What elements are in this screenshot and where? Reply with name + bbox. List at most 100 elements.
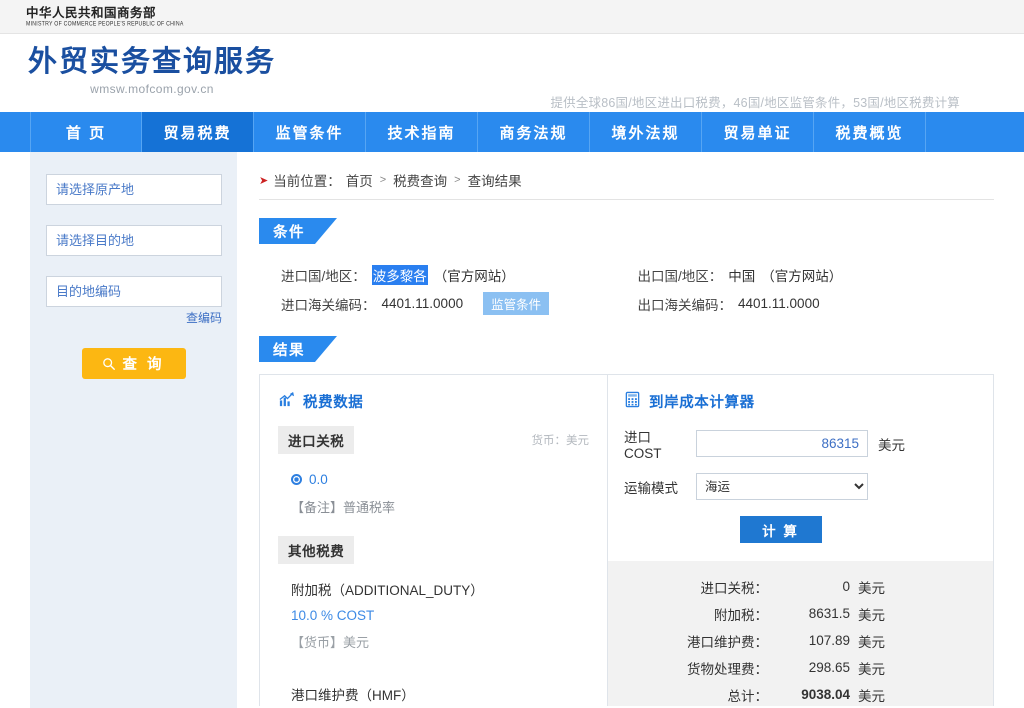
search-button-label: 查 询: [122, 357, 165, 373]
calculator-icon: [624, 391, 641, 412]
import-country-label: 进口国/地区：: [281, 268, 366, 284]
import-country-value: 波多黎各: [371, 264, 428, 285]
query-sidebar: 查编码 查 询: [30, 152, 237, 708]
destination-code-input[interactable]: [46, 276, 222, 307]
nav-item-trade-docs[interactable]: 贸易单证: [702, 112, 814, 152]
import-hs-code-label: 进口海关编码：: [281, 297, 376, 313]
import-cost-label: 进口COST: [624, 430, 662, 461]
results-section-tab: 结果: [259, 336, 337, 362]
import-duty-rate-row[interactable]: 0.0: [291, 472, 589, 487]
nav-item-home[interactable]: 首 页: [30, 112, 142, 152]
ministry-logo: 中华人民共和国商务部 MINISTRY OF COMMERCE PEOPLE'S…: [26, 6, 184, 27]
result-value-additional-duty: 8631.5: [808, 606, 850, 621]
site-url: wmsw.mofcom.gov.cn: [90, 82, 214, 97]
breadcrumb-prefix: 当前位置：: [273, 174, 341, 189]
origin-country-input[interactable]: [46, 174, 222, 205]
nav-item-tax-overview[interactable]: 税费概览: [814, 112, 926, 152]
result-row-import-duty: 进口关税： 0 美元: [608, 573, 967, 600]
result-label-import-duty: 进口关税：: [700, 580, 769, 596]
result-unit-hmf: 美元: [858, 634, 885, 650]
breadcrumb-separator-2: >: [454, 174, 461, 186]
export-country-label: 出口国/地区：: [637, 268, 723, 284]
tax-data-header: 税费数据: [278, 391, 589, 412]
breadcrumb-separator-1: >: [379, 174, 387, 186]
conditions-import-column: 进口国/地区： 波多黎各 （官方网站） 进口海关编码： 4401.11.0000…: [281, 260, 638, 318]
nav-item-overseas-law[interactable]: 境外法规: [590, 112, 702, 152]
result-value-import-duty: 0: [842, 579, 850, 594]
header-tagline: 提供全球86国/地区进出口税费，46国/地区监管条件，53国/地区税费计算: [550, 96, 960, 110]
destination-country-input[interactable]: [46, 225, 222, 256]
main-navigation: 首 页 贸易税费 监管条件 技术指南 商务法规 境外法规 贸易单证 税费概览: [0, 112, 1024, 152]
conditions-tab-tail: [315, 218, 337, 244]
calculator-header: 到岸成本计算器: [624, 391, 977, 412]
calculate-button-wrap: 计 算: [624, 516, 977, 543]
breadcrumb: ➤ 当前位置： 首页 > 税费查询 > 查询结果: [259, 166, 994, 200]
nav-item-trade-tax[interactable]: 贸易税费: [142, 112, 254, 152]
export-official-site-link[interactable]: （官方网站）: [761, 265, 842, 285]
other-fees-chip-row: 其他税费: [278, 536, 589, 564]
result-value-hmf: 107.89: [808, 633, 850, 648]
radio-selected-icon[interactable]: [291, 474, 302, 485]
result-value-total: 9038.04: [801, 687, 850, 702]
import-duty-note: 【备注】普通税率: [291, 500, 396, 515]
conditions-block: 进口国/地区： 波多黎各 （官方网站） 进口海关编码： 4401.11.0000…: [259, 256, 994, 318]
import-duty-chip: 进口关税: [278, 426, 355, 454]
transport-mode-select[interactable]: 海运空运陆运: [696, 473, 868, 500]
nav-item-regulatory[interactable]: 监管条件: [254, 112, 366, 152]
transport-mode-row: 运输模式 海运空运陆运: [624, 473, 977, 500]
nav-item-business-law[interactable]: 商务法规: [478, 112, 590, 152]
brand-block[interactable]: 外贸实务查询服务 wmsw.mofcom.gov.cn: [0, 44, 276, 96]
fee-name-hmf: 港口维护费（HMF）: [291, 688, 415, 703]
result-row-mpf: 货物处理费： 298.65 美元: [608, 654, 967, 681]
currency-note: 货币：美元: [531, 435, 590, 447]
result-label-total: 总计：: [727, 688, 769, 704]
tax-data-title: 税费数据: [303, 395, 364, 411]
conditions-section-label: 条件: [259, 218, 315, 244]
ministry-name-en: MINISTRY OF COMMERCE PEOPLE'S REPUBLIC O…: [26, 20, 184, 28]
import-hs-code-row: 进口海关编码： 4401.11.0000 监管条件: [281, 289, 638, 318]
fee-name-additional-duty: 附加税（ADDITIONAL_DUTY）: [291, 583, 484, 598]
import-official-site-link[interactable]: （官方网站）: [434, 265, 515, 285]
result-label-additional-duty: 附加税：: [714, 607, 768, 623]
code-lookup-link[interactable]: 查编码: [46, 309, 222, 326]
fee-value-additional-duty[interactable]: 10.0 % COST: [291, 608, 589, 623]
export-country-row: 出口国/地区： 中国 （官方网站）: [638, 260, 995, 289]
export-hs-code-label: 出口海关编码：: [637, 297, 733, 313]
page-title: 外贸实务查询服务: [28, 46, 277, 78]
fee-currency-additional-duty: 【货币】美元: [291, 635, 370, 650]
results-section-label: 结果: [259, 336, 315, 362]
conditions-section-tab: 条件: [259, 218, 337, 244]
main-content: ➤ 当前位置： 首页 > 税费查询 > 查询结果 条件 进口国/地区： 波多黎各…: [237, 152, 1024, 708]
results-panel: 税费数据 进口关税 货币：美元 0.0 【备注】普通税率 其他税费 附加税（AD…: [259, 374, 994, 706]
regulatory-conditions-badge[interactable]: 监管条件: [483, 292, 550, 315]
breadcrumb-item-tax-query[interactable]: 税费查询: [393, 170, 447, 190]
other-fees-chip: 其他税费: [278, 536, 355, 564]
result-row-additional-duty: 附加税： 8631.5 美元: [608, 600, 967, 627]
export-country-value: 中国: [728, 268, 756, 284]
calculate-button[interactable]: 计 算: [739, 516, 822, 543]
import-cost-row: 进口COST 美元: [624, 426, 977, 461]
import-cost-input[interactable]: [696, 430, 868, 457]
import-cost-unit: 美元: [878, 437, 905, 453]
search-icon: [102, 357, 116, 371]
site-header: 外贸实务查询服务 wmsw.mofcom.gov.cn 提供全球86国/地区进出…: [0, 34, 1024, 112]
result-unit-import-duty: 美元: [858, 580, 885, 596]
result-row-total: 总计： 9038.04 美元: [608, 681, 967, 706]
calculator-title: 到岸成本计算器: [649, 395, 755, 411]
result-label-hmf: 港口维护费：: [687, 634, 768, 650]
result-unit-mpf: 美元: [858, 661, 885, 677]
result-row-hmf: 港口维护费： 107.89 美元: [608, 627, 967, 654]
fee-gap: [278, 651, 589, 669]
government-bar: 中华人民共和国商务部 MINISTRY OF COMMERCE PEOPLE'S…: [0, 0, 1024, 34]
search-button[interactable]: 查 询: [81, 348, 186, 379]
results-tab-tail: [315, 336, 337, 362]
result-unit-additional-duty: 美元: [858, 607, 885, 623]
transport-mode-label: 运输模式: [624, 480, 678, 496]
import-duty-chip-row: 进口关税 货币：美元: [278, 426, 589, 454]
import-hs-code-value: 4401.11.0000: [381, 296, 464, 311]
nav-item-tech-guide[interactable]: 技术指南: [366, 112, 478, 152]
export-hs-code-row: 出口海关编码： 4401.11.0000: [638, 289, 995, 318]
breadcrumb-item-home[interactable]: 首页: [346, 170, 373, 190]
